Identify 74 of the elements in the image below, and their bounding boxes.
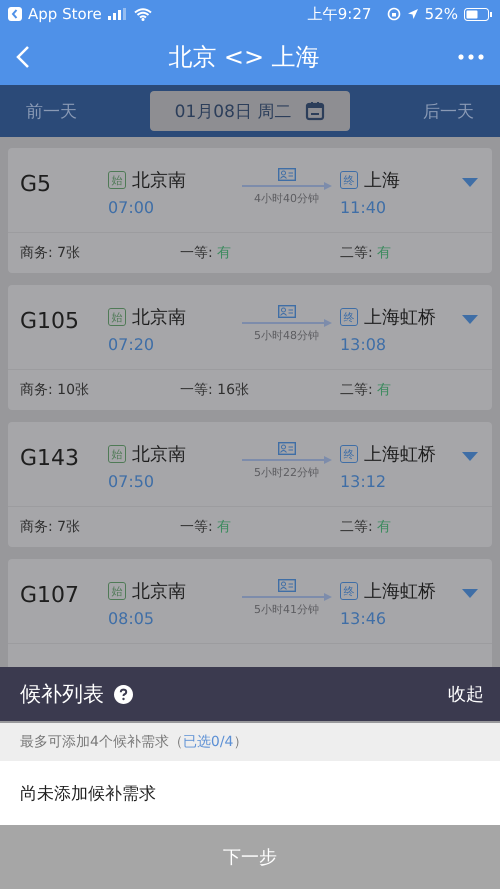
- clock-time: 上午9:27: [308, 4, 372, 24]
- travel-duration: 5小时41分钟: [254, 602, 319, 617]
- arrow-icon: [240, 592, 334, 602]
- route-title: 北京 <> 上海: [168, 42, 320, 72]
- start-badge: 始: [108, 445, 126, 463]
- arrival-time: 13:46: [340, 609, 386, 628]
- id-card-icon: [278, 305, 296, 318]
- seat-availability: 二等: 有: [340, 381, 392, 399]
- dropdown-caret-icon[interactable]: [462, 315, 478, 324]
- travel-duration: 5小时22分钟: [254, 465, 319, 480]
- id-card-icon: [278, 579, 296, 592]
- collapse-button[interactable]: 收起: [448, 682, 484, 706]
- train-card[interactable]: G5 始 北京南 07:00 4小时40分钟 终 上海 11:40 商务: 7张 一等: 有 二等: 有: [8, 148, 492, 273]
- departure-station: 北京南: [132, 580, 186, 603]
- seat-availability: 一等: 有: [180, 244, 232, 262]
- train-card[interactable]: G107 始 北京南 08:05 5小时41分钟 终 上海虹桥 13:46: [8, 559, 492, 667]
- seat-availability: 一等: 有: [180, 518, 232, 536]
- more-icon[interactable]: [458, 54, 484, 60]
- seat-availability: 一等: 16张: [180, 381, 250, 399]
- arrival-station: 上海虹桥: [364, 443, 436, 466]
- selected-count: 已选0/4: [182, 734, 234, 750]
- departure-time: 07:20: [108, 335, 154, 354]
- dropdown-caret-icon[interactable]: [462, 452, 478, 461]
- id-card-icon: [278, 442, 296, 455]
- waitlist-hint: 最多可添加4个候补需求（已选0/4）: [20, 733, 248, 751]
- train-card[interactable]: G105 始 北京南 07:20 5小时48分钟 终 上海虹桥 13:08 商务: 10张 一等: 16张 二等: 有: [8, 285, 492, 410]
- empty-message: 尚未添加候补需求: [20, 782, 156, 804]
- end-badge: 终: [340, 445, 358, 463]
- seat-availability: 二等: 有: [340, 244, 392, 262]
- arrow-icon: [240, 318, 334, 328]
- arrival-station: 上海: [364, 169, 400, 192]
- arrival-time: 13:08: [340, 335, 386, 354]
- seat-availability: 二等: 有: [340, 518, 392, 536]
- dropdown-caret-icon[interactable]: [462, 178, 478, 187]
- help-icon[interactable]: [114, 684, 133, 704]
- seat-availability: 商务: 7张: [20, 518, 82, 536]
- arrival-time: 11:40: [340, 198, 386, 217]
- calendar-icon: [305, 101, 326, 121]
- battery-percent: 52%: [424, 5, 458, 23]
- signal-icon: [108, 8, 128, 20]
- train-number: G143: [20, 446, 80, 471]
- travel-duration: 4小时40分钟: [254, 191, 319, 206]
- seat-availability: 商务: 10张: [20, 381, 90, 399]
- seat-availability: 商务: 7张: [20, 244, 82, 262]
- arrival-station: 上海虹桥: [364, 580, 436, 603]
- train-card[interactable]: G143 始 北京南 07:50 5小时22分钟 终 上海虹桥 13:12 商务: 7张 一等: 有 二等: 有: [8, 422, 492, 547]
- train-number: G5: [20, 172, 52, 197]
- wifi-icon: [134, 8, 152, 20]
- battery-icon: [464, 8, 492, 20]
- train-number: G105: [20, 309, 80, 334]
- rotation-lock-icon: [386, 7, 401, 21]
- arrow-icon: [240, 455, 334, 465]
- start-badge: 始: [108, 171, 126, 189]
- end-badge: 终: [340, 582, 358, 600]
- arrival-station: 上海虹桥: [364, 306, 436, 329]
- departure-station: 北京南: [132, 443, 186, 466]
- departure-time: 07:00: [108, 198, 154, 217]
- location-arrow-icon: [406, 8, 419, 20]
- arrow-icon: [240, 181, 334, 191]
- end-badge: 终: [340, 171, 358, 189]
- train-number: G107: [20, 583, 80, 608]
- id-card-icon: [278, 168, 296, 181]
- departure-time: 08:05: [108, 609, 154, 628]
- dropdown-caret-icon[interactable]: [462, 589, 478, 598]
- end-badge: 终: [340, 308, 358, 326]
- travel-duration: 5小时48分钟: [254, 328, 319, 343]
- back-icon[interactable]: [16, 44, 30, 68]
- start-badge: 始: [108, 582, 126, 600]
- departure-station: 北京南: [132, 306, 186, 329]
- departure-station: 北京南: [132, 169, 186, 192]
- waitlist-title: 候补列表: [20, 681, 104, 708]
- arrival-time: 13:12: [340, 472, 386, 491]
- start-badge: 始: [108, 308, 126, 326]
- departure-time: 07:50: [108, 472, 154, 491]
